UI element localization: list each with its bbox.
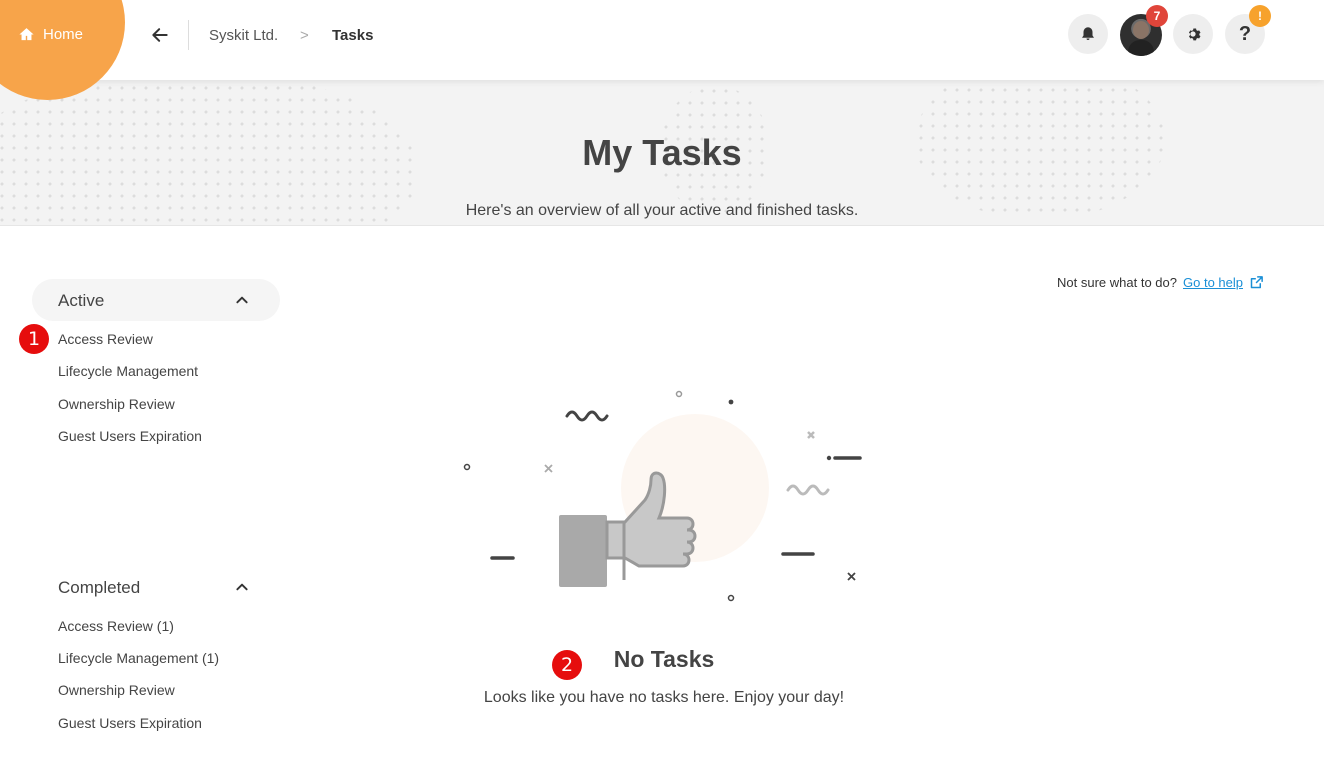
sidebar-item-completed-guest-users-expiration[interactable]: Guest Users Expiration [58,715,202,731]
sidebar-item-guest-users-expiration[interactable]: Guest Users Expiration [58,428,202,444]
sidebar-item-lifecycle-management[interactable]: Lifecycle Management [58,363,198,379]
help-prompt: Not sure what to do? Go to help [1057,275,1264,290]
notifications-button[interactable] [1068,14,1108,54]
home-label: Home [43,26,84,43]
completed-section-toggle[interactable]: Completed [32,566,280,608]
home-icon [19,28,34,41]
page-title: My Tasks [582,132,742,173]
home-button[interactable]: Home [18,26,83,43]
empty-state-title: No Tasks [613,646,715,672]
breadcrumb-org[interactable]: Syskit Ltd. [209,27,278,44]
top-bar: Home Syskit Ltd. > Tasks 7 ? ! [0,0,1324,100]
help-alert-badge: ! [1249,5,1271,27]
page-subtitle: Here's an overview of all your active an… [465,202,859,219]
breadcrumb-separator: > [300,27,309,44]
empty-state-subtitle: Looks like you have no tasks here. Enjoy… [483,689,845,706]
bell-icon [1082,27,1094,40]
divider [188,20,189,50]
question-icon: ? [1238,22,1252,45]
avatar-body [1128,40,1154,56]
notification-count-badge: 7 [1146,5,1168,27]
completed-section-label: Completed [58,578,141,597]
sidebar-item-completed-access-review[interactable]: Access Review (1) [58,618,174,634]
breadcrumb-current: Tasks [332,27,374,44]
gear-icon [1188,28,1201,41]
avatar-head [1133,21,1149,39]
external-link-icon[interactable] [1249,275,1264,290]
hero-banner: My Tasks Here's an overview of all your … [0,80,1324,226]
chevron-up-icon [236,583,248,591]
help-prompt-text: Not sure what to do? [1057,275,1177,290]
sidebar-item-ownership-review[interactable]: Ownership Review [58,396,175,412]
settings-button[interactable] [1173,14,1213,54]
active-section-label: Active [58,291,105,310]
thumbs-up-illustration [463,390,862,602]
back-arrow-icon[interactable] [150,25,170,45]
sidebar-item-access-review[interactable]: Access Review [58,331,153,347]
go-to-help-link[interactable]: Go to help [1183,275,1243,290]
active-section-toggle[interactable]: Active [32,279,280,321]
chevron-up-icon [236,296,248,304]
step-marker-1: 1 [19,324,49,354]
